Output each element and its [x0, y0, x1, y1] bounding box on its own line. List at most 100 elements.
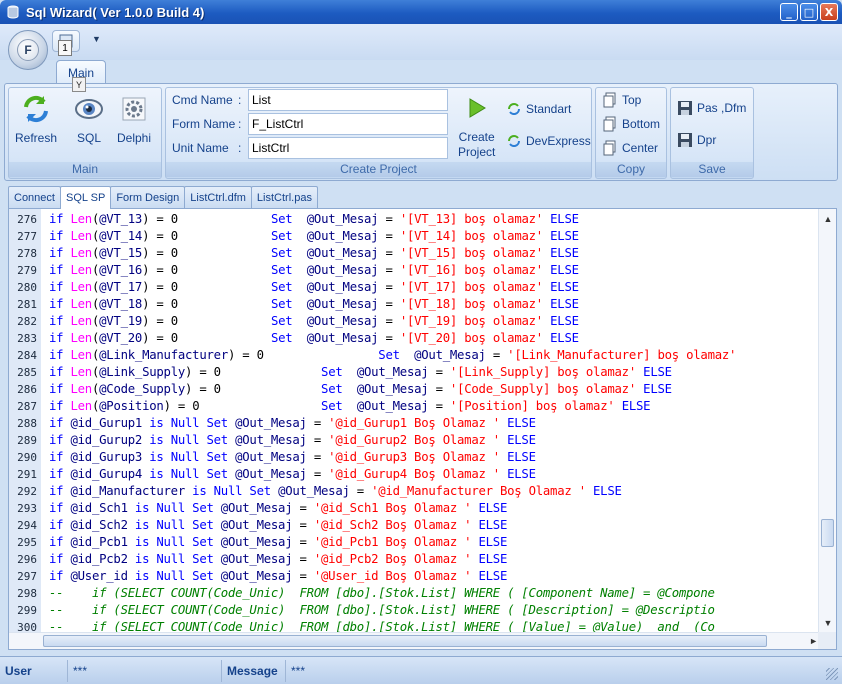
create-project-button[interactable]: Create Project — [458, 96, 495, 160]
code-line[interactable]: 292 if @id_Manufacturer is Null Set @Out_… — [9, 483, 817, 500]
cmd-name-input[interactable] — [248, 89, 448, 111]
code-line[interactable]: 295 if @id_Pcb1 is Null Set @Out_Mesaj = … — [9, 534, 817, 551]
code-token: @id_Gurup1 — [70, 416, 143, 430]
code-line[interactable]: 289 if @id_Gurup2 is Null Set @Out_Mesaj … — [9, 432, 817, 449]
code-token: ) = 0 — [142, 280, 271, 294]
code-token: Set — [321, 382, 343, 396]
refresh-button[interactable]: Refresh — [15, 93, 57, 145]
title-bar[interactable]: Sql Wizard( Ver 1.0.0 Build 4) _ □ X — [0, 0, 842, 24]
code-line[interactable]: 299 -- if (SELECT COUNT(Code_Unic) FROM [… — [9, 602, 817, 619]
tab-listctrl-dfm[interactable]: ListCtrl.dfm — [184, 186, 252, 208]
sql-button[interactable]: SQL — [73, 93, 105, 145]
close-button[interactable]: X — [820, 3, 838, 21]
code-text: if @id_Sch1 is Null Set @Out_Mesaj = '@i… — [49, 500, 507, 517]
line-number: 288 — [17, 417, 37, 430]
code-token: '[VT_19] boş olamaz' — [399, 314, 543, 328]
code-line[interactable]: 290 if @id_Gurup3 is Null Set @Out_Mesaj … — [9, 449, 817, 466]
tab-listctrl-pas[interactable]: ListCtrl.pas — [250, 186, 318, 208]
scroll-down-icon[interactable]: ▼ — [819, 615, 836, 631]
code-token: is Null Set — [127, 552, 221, 566]
code-token: = — [292, 535, 314, 549]
form-name-input[interactable] — [248, 113, 448, 135]
save-pas-dfm-button[interactable]: Pas ,Dfm — [677, 98, 746, 118]
code-token: @Out_Mesaj — [306, 263, 379, 277]
code-token: @Out_Mesaj — [235, 433, 307, 447]
form-name-label: Form Name — [172, 117, 236, 131]
code-line[interactable]: 286 if Len(@Code_Supply) = 0 Set @Out_Mes… — [9, 381, 817, 398]
code-token: @Out_Mesaj — [306, 331, 379, 345]
code-line[interactable]: 282 if Len(@VT_19) = 0 Set @Out_Mesaj = '… — [9, 313, 817, 330]
code-line[interactable]: 279 if Len(@VT_16) = 0 Set @Out_Mesaj = '… — [9, 262, 817, 279]
code-line[interactable]: 288 if @id_Gurup1 is Null Set @Out_Mesaj … — [9, 415, 817, 432]
code-token: @VT_19 — [99, 314, 143, 328]
code-token: if — [49, 263, 71, 277]
status-message-label: Message — [222, 659, 286, 682]
copy-top-button[interactable]: Top — [602, 90, 641, 110]
code-token: is Null Set — [127, 518, 221, 532]
create-label: Create — [458, 130, 495, 144]
code-line[interactable]: 291 if @id_Gurup4 is Null Set @Out_Mesaj … — [9, 466, 817, 483]
delphi-button[interactable]: Delphi — [117, 93, 151, 145]
code-token: Set — [378, 348, 400, 362]
code-token: @id_Sch2 — [70, 518, 128, 532]
scroll-right-icon[interactable]: ► — [809, 633, 818, 649]
minimize-button[interactable]: _ — [780, 3, 798, 21]
code-token: Set — [270, 297, 293, 311]
devexpress-button[interactable]: DevExpress — [506, 131, 591, 151]
code-line[interactable]: 276 if Len(@VT_13) = 0 Set @Out_Mesaj = '… — [9, 211, 817, 228]
code-line[interactable]: 293 if @id_Sch1 is Null Set @Out_Mesaj = … — [9, 500, 817, 517]
code-line[interactable]: 297 if @User_id is Null Set @Out_Mesaj = … — [9, 568, 817, 585]
unit-name-input[interactable] — [248, 137, 448, 159]
code-line[interactable]: 278 if Len(@VT_15) = 0 Set @Out_Mesaj = '… — [9, 245, 817, 262]
code-line[interactable]: 296 if @id_Pcb2 is Null Set @Out_Mesaj = … — [9, 551, 817, 568]
copy-bottom-label: Bottom — [622, 117, 661, 131]
code-token: ELSE — [636, 365, 672, 379]
refresh-label: Refresh — [15, 131, 58, 145]
save-dpr-button[interactable]: Dpr — [677, 130, 716, 150]
qat-customize-icon[interactable]: ▼ — [92, 34, 101, 44]
code-token: is Null Set — [142, 450, 236, 464]
copy-bottom-button[interactable]: Bottom — [602, 114, 660, 134]
application-button[interactable]: F — [8, 30, 48, 70]
code-token: ELSE — [471, 518, 508, 532]
code-line[interactable]: 298 -- if (SELECT COUNT(Code_Unic) FROM [… — [9, 585, 817, 602]
horizontal-scrollbar[interactable]: ► — [9, 632, 820, 649]
code-text: if @id_Gurup2 is Null Set @Out_Mesaj = '… — [49, 432, 536, 449]
vertical-scroll-thumb[interactable] — [821, 519, 834, 547]
line-number: 298 — [17, 587, 37, 600]
code-line[interactable]: 281 if Len(@VT_18) = 0 Set @Out_Mesaj = '… — [9, 296, 817, 313]
code-line[interactable]: 294 if @id_Sch2 is Null Set @Out_Mesaj = … — [9, 517, 817, 534]
copy-center-button[interactable]: Center — [602, 138, 658, 158]
code-token: if — [49, 416, 71, 430]
line-number: 283 — [17, 332, 37, 345]
code-token: @Position — [99, 399, 164, 413]
quick-access-bar — [0, 24, 842, 60]
code-token: @Out_Mesaj — [306, 212, 379, 226]
code-line[interactable]: 277 if Len(@VT_14) = 0 Set @Out_Mesaj = '… — [9, 228, 817, 245]
sql-editor[interactable]: 276 if Len(@VT_13) = 0 Set @Out_Mesaj = '… — [8, 208, 837, 650]
code-line[interactable]: 287 if Len(@Position) = 0 Set @Out_Mesaj … — [9, 398, 817, 415]
tab-sql-sp[interactable]: SQL SP — [59, 186, 112, 209]
line-number: 282 — [17, 315, 37, 328]
vertical-scrollbar[interactable]: ▲ ▼ — [818, 209, 836, 633]
code-line[interactable]: 283 if Len(@VT_20) = 0 Set @Out_Mesaj = '… — [9, 330, 817, 347]
tab-connect[interactable]: Connect — [8, 186, 61, 208]
code-line[interactable]: 285 if Len(@Link_Supply) = 0 Set @Out_Mes… — [9, 364, 817, 381]
code-token: = — [306, 433, 329, 447]
line-number: 284 — [17, 349, 37, 362]
code-token: is Null Set — [127, 501, 221, 515]
code-token: Len — [70, 297, 92, 311]
code-line[interactable]: 280 if Len(@VT_17) = 0 Set @Out_Mesaj = '… — [9, 279, 817, 296]
tab-form-design[interactable]: Form Design — [110, 186, 186, 208]
standart-button[interactable]: Standart — [506, 99, 571, 119]
horizontal-scroll-thumb[interactable] — [43, 635, 767, 647]
code-text: if Len(@Code_Supply) = 0 Set @Out_Mesaj … — [49, 381, 672, 398]
code-token: if — [49, 450, 71, 464]
scroll-up-icon[interactable]: ▲ — [819, 211, 836, 227]
status-bar: User *** Message *** — [0, 656, 842, 684]
refresh-small-icon — [508, 135, 520, 147]
standart-label: Standart — [526, 102, 572, 116]
code-line[interactable]: 284 if Len(@Link_Manufacturer) = 0 Set @O… — [9, 347, 817, 364]
resize-grip-icon[interactable] — [826, 668, 838, 680]
maximize-button[interactable]: □ — [800, 3, 818, 21]
